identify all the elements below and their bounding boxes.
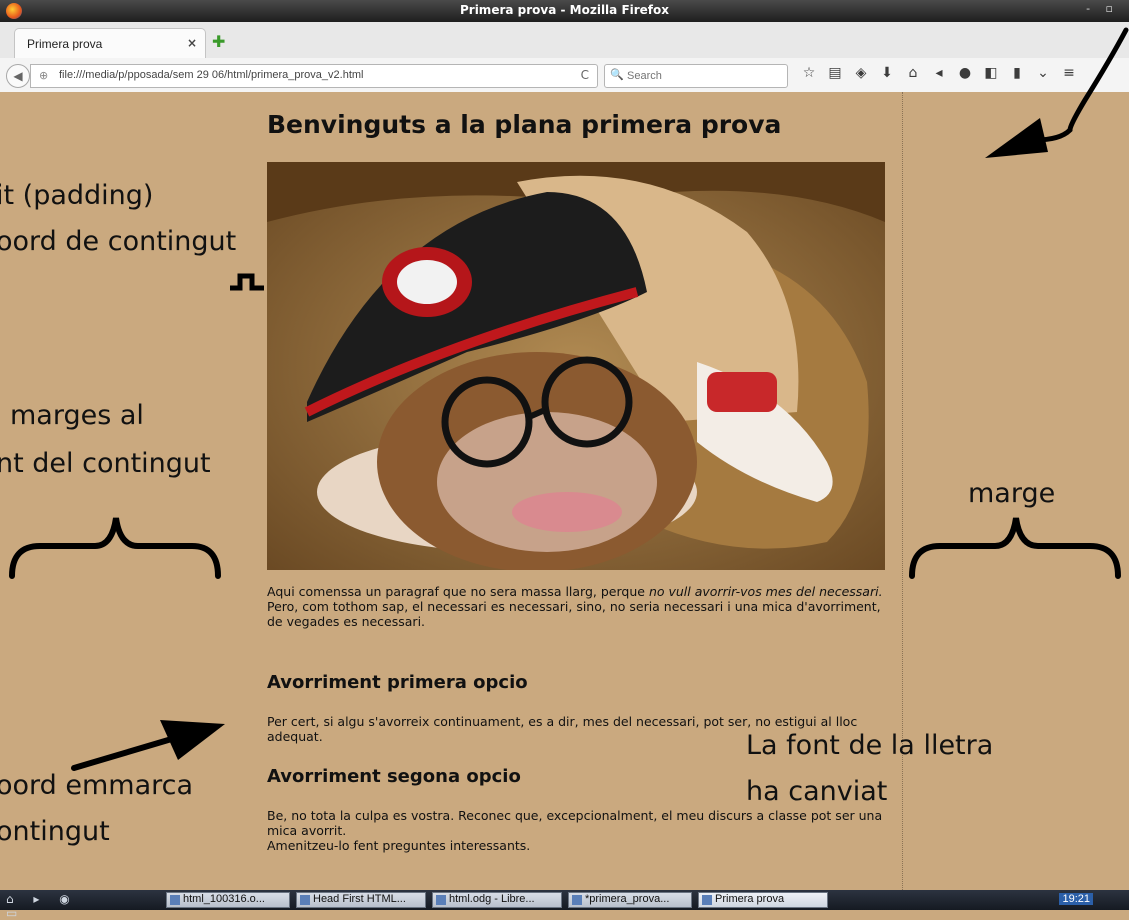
send-icon[interactable]: ◂ <box>926 65 952 81</box>
annotation-marge: marge <box>968 478 1056 509</box>
tab-label: Primera prova <box>27 37 103 51</box>
paragraph-3-line1: Be, no tota la culpa es vostra. Reconec … <box>267 808 883 838</box>
star-icon[interactable]: ☆ <box>796 65 822 81</box>
tab-primera-prova[interactable]: Primera prova × <box>14 28 206 59</box>
url-text[interactable]: file:///media/p/pposada/sem 29 06/html/p… <box>59 69 364 81</box>
annotation-contingut: ontingut <box>0 816 110 847</box>
section-heading-2: Avorriment segona opcio <box>267 766 521 787</box>
tab-close-icon[interactable]: × <box>187 36 197 50</box>
taskbar-item-5[interactable]: Primera prova <box>698 892 828 908</box>
pocket-icon[interactable]: ◈ <box>848 65 874 81</box>
paragraph-1-emphasis: no vull avorrir-vos mes del necessari. <box>648 584 883 599</box>
annotation-padding: it (padding) <box>0 180 154 211</box>
search-icon: 🔍 <box>610 68 624 81</box>
page-heading: Benvinguts a la plana primera prova <box>267 110 782 139</box>
taskbar-clock: 19:21 <box>1059 893 1093 905</box>
overflow-icon[interactable]: ⌄ <box>1030 65 1056 81</box>
annotation-vora-contingut: oord de contingut <box>0 226 237 257</box>
home-icon[interactable]: ⌂ <box>900 65 926 81</box>
paragraph-3-line2: Amenitzeu-lo fent preguntes interessants… <box>267 838 531 853</box>
taskbar-start-icons[interactable]: ⌂ ▸ ◉ ▭ <box>6 892 106 920</box>
tab-strip: Primera prova × ✚ <box>0 22 1129 59</box>
paragraph-1-text: Aqui comenssa un paragraf que no sera ma… <box>267 584 649 599</box>
taskbar: ⌂ ▸ ◉ ▭ html_100316.o... Head First HTML… <box>0 890 1129 920</box>
window-title-bar: Primera prova - Mozilla Firefox - ▫ <box>0 0 1129 22</box>
dog-photo <box>267 162 885 570</box>
annotation-vora-emmarca: oord emmarca <box>0 770 194 801</box>
extension-icon[interactable]: ◧ <box>978 65 1004 81</box>
toolbar-icons: ☆ ▤ ◈ ⬇ ⌂ ◂ ● ◧ ▮ ⌄ ≡ <box>796 65 1082 81</box>
hamburger-icon[interactable]: ≡ <box>1056 65 1082 81</box>
navigation-bar: ◀ ⊕ file:///media/p/pposada/sem 29 06/ht… <box>0 58 1129 93</box>
annotation-font: La font de la lletra <box>746 730 994 761</box>
search-input[interactable] <box>625 67 779 85</box>
window-title: Primera prova - Mozilla Firefox <box>459 3 670 17</box>
new-tab-icon[interactable]: ✚ <box>212 32 225 51</box>
paragraph-1: Aqui comenssa un paragraf que no sera ma… <box>267 584 893 629</box>
download-icon[interactable]: ⬇ <box>874 65 900 81</box>
url-bar[interactable]: ⊕ file:///media/p/pposada/sem 29 06/html… <box>30 64 598 88</box>
annotation-voltant: nt del contingut <box>0 448 211 479</box>
margin-guide-line <box>902 92 903 890</box>
search-box[interactable]: 🔍 <box>604 64 788 88</box>
section-heading-1: Avorriment primera opcio <box>267 672 528 693</box>
menu-extension-icon[interactable]: ▮ <box>1004 65 1030 81</box>
back-button[interactable]: ◀ <box>6 64 30 88</box>
window-controls[interactable]: - ▫ <box>1086 2 1119 15</box>
taskbar-item-2[interactable]: Head First HTML... <box>296 892 426 908</box>
taskbar-item-1[interactable]: html_100316.o... <box>166 892 290 908</box>
reading-list-icon[interactable]: ▤ <box>822 65 848 81</box>
taskbar-item-3[interactable]: html.odg - Libre... <box>432 892 562 908</box>
chat-icon[interactable]: ● <box>952 65 978 81</box>
taskbar-item-4[interactable]: *primera_prova... <box>568 892 692 908</box>
annotation-marges: marges al <box>10 400 144 431</box>
reload-icon[interactable]: C <box>581 68 589 82</box>
paragraph-1-line2: Pero, com tothom sap, el necessari es ne… <box>267 599 881 629</box>
globe-icon: ⊕ <box>39 69 49 82</box>
annotation-canviat: ha canviat <box>746 776 888 807</box>
paragraph-3: Be, no tota la culpa es vostra. Reconec … <box>267 808 893 853</box>
